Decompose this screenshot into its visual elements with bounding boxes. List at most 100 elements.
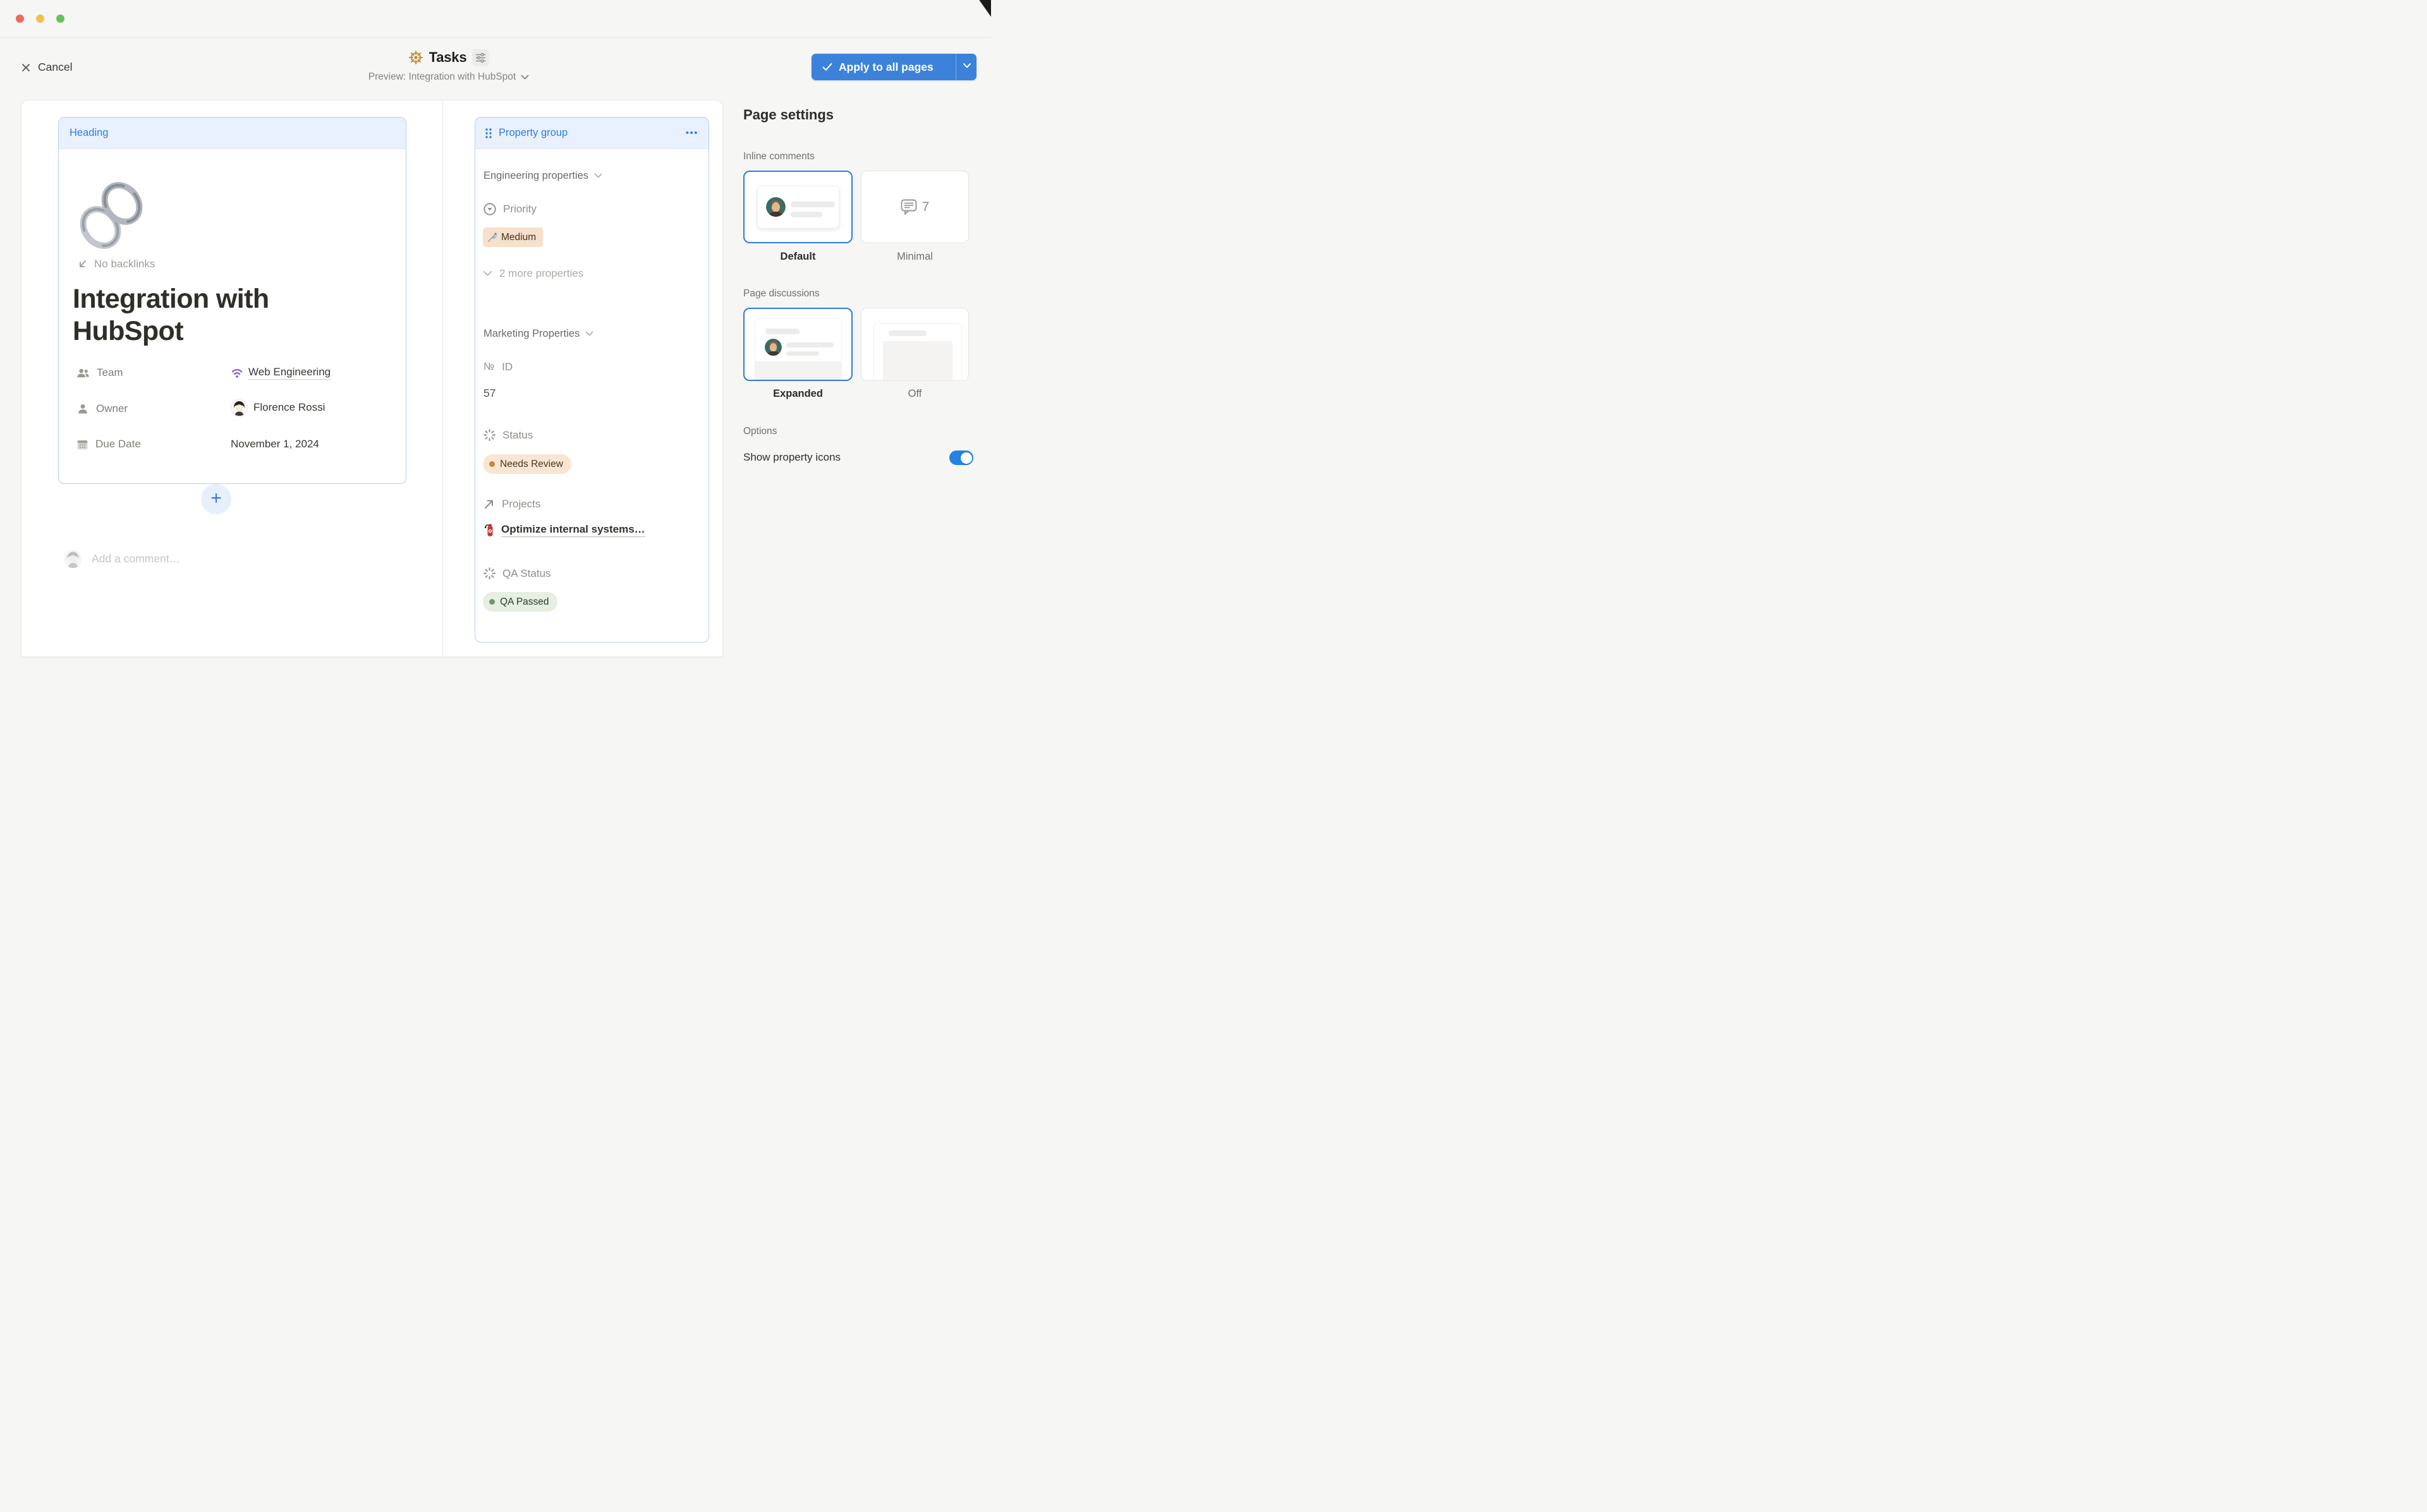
comment-bubble-icon — [901, 199, 918, 215]
qa-status-label: QA Status — [502, 567, 551, 580]
discussion-off-preview-page — [873, 323, 962, 381]
option-expanded-label: Expanded — [743, 388, 853, 400]
page-discussions-option-off[interactable] — [861, 308, 969, 381]
chevron-down-icon — [521, 75, 529, 80]
purple-wifi-team-icon — [231, 366, 243, 379]
heading-block-card[interactable]: Heading No backlinks Integration with Hu… — [58, 117, 406, 484]
due-date-property-row: Due Date — [76, 435, 141, 454]
owner-value[interactable]: Florence Rossi — [231, 398, 325, 417]
id-value-text: 57 — [484, 387, 496, 400]
numero-icon: № — [484, 361, 494, 373]
option-off-label: Off — [861, 388, 969, 400]
avatar-vangogh — [766, 197, 786, 217]
team-property-row: Team — [76, 363, 123, 382]
close-window-button[interactable] — [16, 15, 24, 23]
page-discussions-section-label: Page discussions — [743, 288, 820, 299]
check-icon — [822, 63, 832, 71]
window-title-bar — [0, 0, 991, 38]
project-link[interactable]: Optimize internal systems… — [501, 523, 645, 537]
priority-property-row: Priority — [483, 202, 537, 216]
option-default-label: Default — [743, 251, 853, 263]
projects-value-row[interactable]: Optimize internal systems… — [484, 523, 645, 537]
page-title: Tasks — [429, 49, 467, 66]
priority-label: Priority — [503, 203, 537, 215]
property-group-header: Property group ••• — [475, 118, 709, 149]
team-value-link[interactable]: Web Engineering — [248, 366, 331, 380]
document-title[interactable]: Integration with HubSpot — [73, 283, 370, 347]
show-property-icons-toggle[interactable] — [949, 451, 973, 465]
add-block-button[interactable]: + — [201, 484, 231, 514]
more-properties-toggle[interactable]: 2 more properties — [483, 267, 583, 280]
cancel-label: Cancel — [38, 61, 72, 74]
sewing-needle-icon — [487, 232, 498, 243]
chevron-down-icon — [483, 270, 492, 277]
options-section-label: Options — [743, 426, 777, 437]
apply-to-all-pages-button[interactable]: Apply to all pages — [812, 54, 976, 80]
discussion-preview-page — [755, 318, 842, 381]
id-label: ID — [502, 361, 513, 373]
arrow-up-right-icon — [483, 498, 496, 511]
toolbar-center: Tasks Preview: Integration with HubSpot — [272, 47, 626, 83]
status-value-pill: Needs Review — [483, 454, 571, 474]
add-comment-field[interactable]: Add a comment… — [64, 550, 180, 568]
chevron-down-icon — [594, 173, 602, 179]
helm-wheel-icon — [408, 50, 423, 65]
owner-label: Owner — [96, 402, 128, 415]
comment-placeholder: Add a comment… — [92, 552, 180, 565]
status-spinner-icon — [483, 567, 496, 580]
inline-comments-option-default[interactable] — [743, 171, 853, 243]
due-date-value-text: November 1, 2024 — [231, 438, 319, 451]
placeholder-block — [883, 341, 952, 381]
inline-comments-section-label: Inline comments — [743, 151, 815, 162]
id-value-row: 57 — [484, 387, 496, 400]
apply-options-chevron-icon[interactable] — [963, 63, 971, 69]
placeholder-line — [791, 212, 822, 217]
inline-comments-option-minimal[interactable]: 7 — [861, 171, 969, 243]
zoom-window-button[interactable] — [56, 15, 64, 23]
projects-label: Projects — [502, 498, 540, 511]
placeholder-line — [791, 202, 835, 207]
more-properties-label: 2 more properties — [499, 267, 583, 280]
priority-select-icon — [483, 202, 497, 216]
cancel-button[interactable]: Cancel — [21, 61, 72, 74]
heading-block-header: Heading — [59, 118, 406, 149]
preview-label: Preview: Integration with HubSpot — [368, 71, 516, 83]
projects-property-row: Projects — [483, 498, 540, 511]
chevron-down-icon — [585, 331, 593, 337]
team-label: Team — [97, 366, 123, 379]
placeholder-line — [765, 329, 800, 334]
page-discussions-option-expanded[interactable] — [743, 308, 853, 381]
people-icon — [76, 366, 90, 380]
option-minimal-label: Minimal — [861, 251, 969, 263]
drag-handle-icon[interactable] — [484, 127, 493, 140]
placeholder-line — [786, 342, 834, 348]
minimize-window-button[interactable] — [36, 15, 44, 23]
placeholder-line — [889, 330, 927, 336]
layout-settings-button[interactable] — [472, 49, 489, 66]
comment-avatar — [64, 550, 82, 568]
comment-preview-minicard — [757, 186, 839, 229]
group-engineering-properties[interactable]: Engineering properties — [484, 170, 602, 182]
page-preview-container: Heading No backlinks Integration with Hu… — [21, 100, 723, 657]
backlinks-label: No backlinks — [94, 258, 155, 270]
comment-count-badge: 7 — [922, 200, 930, 215]
status-label: Status — [502, 429, 533, 442]
qa-status-value-pill: QA Passed — [483, 592, 557, 612]
show-property-icons-label: Show property icons — [743, 451, 841, 464]
backlinks-row[interactable]: No backlinks — [77, 258, 155, 270]
column-divider — [442, 100, 443, 656]
fire-extinguisher-icon — [484, 523, 496, 537]
person-icon — [76, 402, 90, 416]
property-group-menu-button[interactable]: ••• — [686, 128, 698, 138]
property-group-card[interactable]: Property group ••• Engineering propertie… — [475, 117, 709, 643]
group2-label: Marketing Properties — [484, 328, 580, 340]
close-icon — [21, 63, 31, 73]
priority-value-tag: Medium — [483, 227, 543, 247]
group-marketing-properties[interactable]: Marketing Properties — [484, 328, 593, 340]
preview-selector[interactable]: Preview: Integration with HubSpot — [272, 71, 626, 83]
id-property-row: № ID — [484, 361, 513, 373]
avatar-florence — [231, 399, 248, 416]
qa-status-dot — [489, 599, 495, 605]
team-value[interactable]: Web Engineering — [231, 363, 331, 382]
due-date-value: November 1, 2024 — [231, 435, 319, 454]
